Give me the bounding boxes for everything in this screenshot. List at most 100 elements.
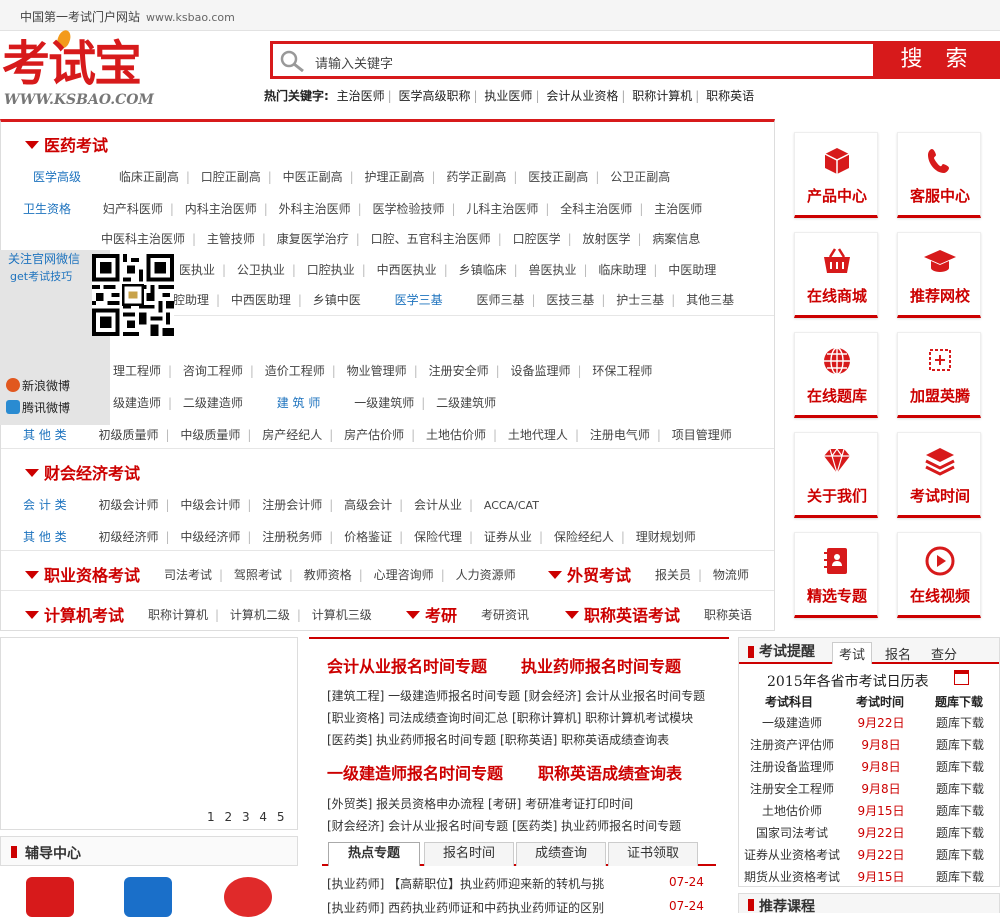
exam-link[interactable]: 保险代理: [414, 530, 462, 544]
exam-link[interactable]: 司法考试: [164, 568, 212, 582]
tile-join[interactable]: 加盟英腾: [897, 332, 981, 418]
table-cell[interactable]: 题库下载: [925, 868, 995, 885]
slider-page[interactable]: 1: [207, 810, 215, 824]
tile-exam-time[interactable]: 考试时间: [897, 432, 981, 518]
news-link[interactable]: [职业资格] 司法成绩查询时间汇总 [职称计算机] 职称计算机考试模块: [327, 709, 693, 726]
exam-link[interactable]: 中医助理: [668, 263, 716, 277]
exam-link[interactable]: 注册会计师: [262, 498, 322, 512]
slider-page[interactable]: 4: [259, 810, 267, 824]
exam-link[interactable]: 临床正副高: [119, 170, 179, 184]
exam-link[interactable]: 初级质量师: [98, 428, 158, 442]
exam-link[interactable]: 主治医师: [654, 202, 702, 216]
exam-link[interactable]: 一级建筑师: [354, 396, 414, 410]
table-cell[interactable]: 题库下载: [925, 802, 995, 819]
exam-link[interactable]: 理财规划师: [636, 530, 696, 544]
row-label[interactable]: 卫生资格: [23, 200, 71, 217]
exam-link[interactable]: 主管技师: [207, 232, 255, 246]
tab-score[interactable]: 查分: [931, 644, 957, 663]
globe-icon[interactable]: [224, 877, 272, 917]
tab-registration-time[interactable]: 报名时间: [424, 842, 514, 866]
news-link[interactable]: [建筑工程] 一级建造师报名时间专题 [财会经济] 会计从业报名时间专题: [327, 687, 705, 704]
section-medical[interactable]: 医药考试: [25, 132, 108, 156]
exam-link[interactable]: 土地代理人: [508, 428, 568, 442]
exam-link[interactable]: 初级经济师: [98, 530, 158, 544]
table-cell[interactable]: 注册设备监理师: [739, 758, 845, 775]
tile-about-us[interactable]: 关于我们: [794, 432, 878, 518]
tile-service-center[interactable]: 客服中心: [897, 132, 981, 218]
exam-link[interactable]: 中西医执业: [377, 263, 437, 277]
news-link[interactable]: [财会经济] 会计从业报名时间专题 [医药类] 执业药师报名时间专题: [327, 817, 681, 834]
tab-hot-topics[interactable]: 热点专题: [328, 842, 420, 866]
exam-link[interactable]: 中级经济师: [180, 530, 240, 544]
exam-link[interactable]: 腔助理: [173, 293, 209, 307]
tencent-weibo-link[interactable]: 腾讯微博: [22, 399, 70, 416]
hot-keyword[interactable]: 医学高级职称: [399, 89, 471, 103]
exam-link[interactable]: 考研资讯: [481, 608, 529, 622]
exam-link[interactable]: 医技正副高: [528, 170, 588, 184]
exam-link[interactable]: 公卫执业: [237, 263, 285, 277]
table-cell[interactable]: 题库下载: [925, 824, 995, 841]
dictionary-icon[interactable]: [26, 877, 74, 917]
hot-keyword[interactable]: 职称英语: [706, 89, 754, 103]
exam-link[interactable]: 中级质量师: [180, 428, 240, 442]
exam-link[interactable]: 人力资源师: [456, 568, 516, 582]
exam-link[interactable]: 药学正副高: [446, 170, 506, 184]
exam-link[interactable]: 会计从业: [414, 498, 462, 512]
table-cell[interactable]: 土地估价师: [739, 802, 845, 819]
table-cell[interactable]: 注册资产评估师: [739, 736, 845, 753]
news-link[interactable]: [医药类] 执业药师报名时间专题 [职称英语] 职称英语成绩查询表: [327, 731, 669, 748]
banner-slider[interactable]: [0, 637, 298, 830]
hot-keyword[interactable]: 执业医师: [484, 89, 532, 103]
exam-link[interactable]: 证券从业: [484, 530, 532, 544]
exam-link[interactable]: 乡镇临床: [459, 263, 507, 277]
exam-link[interactable]: 计算机三级: [312, 608, 372, 622]
section-foreign-trade[interactable]: 外贸考试: [548, 562, 631, 586]
slider-page[interactable]: 2: [224, 810, 232, 824]
section-professional[interactable]: 职业资格考试: [25, 562, 140, 586]
exam-link[interactable]: 放射医学: [582, 232, 630, 246]
exam-link[interactable]: 口腔、五官科主治医师: [371, 232, 491, 246]
hot-keyword[interactable]: 主治医师: [337, 89, 385, 103]
news-link[interactable]: [外贸类] 报关员资格申办流程 [考研] 考研准考证打印时间: [327, 795, 633, 812]
exam-link[interactable]: 二级建筑师: [436, 396, 496, 410]
exam-link[interactable]: 中西医助理: [231, 293, 291, 307]
exam-link[interactable]: 报关员: [655, 568, 691, 582]
exam-link[interactable]: 中医正副高: [283, 170, 343, 184]
exam-link[interactable]: ACCA/CAT: [484, 499, 539, 512]
slider-page[interactable]: 3: [242, 810, 250, 824]
row-label[interactable]: 会 计 类: [23, 496, 67, 513]
section-title-english[interactable]: 职称英语考试: [565, 602, 680, 626]
tab-exam[interactable]: 考试: [832, 642, 873, 664]
exam-link[interactable]: 护士三基: [616, 293, 664, 307]
exam-link[interactable]: 咨询工程师: [183, 364, 243, 378]
exam-link[interactable]: 乡镇中医: [313, 293, 361, 307]
exam-link[interactable]: 物业管理师: [347, 364, 407, 378]
row-label[interactable]: 医学三基: [395, 293, 443, 307]
tile-online-mall[interactable]: 在线商城: [794, 232, 878, 318]
tile-product-center[interactable]: 产品中心: [794, 132, 878, 218]
sina-weibo-link[interactable]: 新浪微博: [22, 377, 70, 394]
exam-link[interactable]: 兽医执业: [528, 263, 576, 277]
exam-link[interactable]: 其他三基: [686, 293, 734, 307]
exam-link[interactable]: 教师资格: [304, 568, 352, 582]
table-cell[interactable]: 一级建造师: [739, 714, 845, 731]
exam-link[interactable]: 医技三基: [546, 293, 594, 307]
exam-link[interactable]: 注册电气师: [590, 428, 650, 442]
exam-link[interactable]: 妇产科医师: [103, 202, 163, 216]
section-computer[interactable]: 计算机考试: [25, 602, 124, 626]
exam-link[interactable]: 外科主治医师: [279, 202, 351, 216]
exam-link[interactable]: 初级会计师: [98, 498, 158, 512]
site-url[interactable]: www.ksbao.com: [146, 11, 235, 24]
exam-link[interactable]: 口腔执业: [307, 263, 355, 277]
list-item[interactable]: [执业药师] 【高薪职位】执业药师迎来新的转机与挑 07-24: [327, 875, 704, 892]
exam-link[interactable]: 二级建造师: [183, 396, 243, 410]
exam-link[interactable]: 项目管理师: [672, 428, 732, 442]
table-cell[interactable]: 期货从业资格考试: [739, 868, 845, 885]
hot-keyword[interactable]: 职称计算机: [632, 89, 692, 103]
exam-link[interactable]: 内科主治医师: [185, 202, 257, 216]
exam-link[interactable]: 公卫正副高: [610, 170, 670, 184]
section-postgraduate[interactable]: 考研: [406, 602, 457, 626]
tile-online-video[interactable]: 在线视频: [897, 532, 981, 618]
slider-page[interactable]: 5: [277, 810, 285, 824]
question-icon[interactable]: [124, 877, 172, 917]
